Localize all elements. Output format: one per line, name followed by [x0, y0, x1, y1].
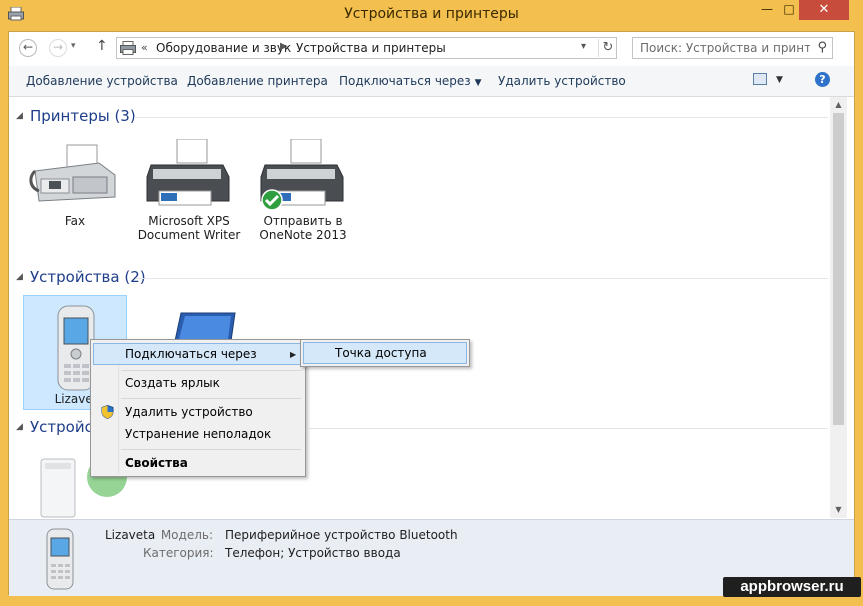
menu-item-label: Удалить устройство: [125, 405, 253, 419]
navigation-bar: ← → ▾ ↑ « Оборудование и звук ▶ Устройст…: [9, 32, 854, 64]
collapse-devices-icon[interactable]: ◢: [16, 272, 23, 282]
remove-device-button[interactable]: Удалить устройство: [498, 74, 626, 88]
group-divider: [136, 278, 828, 279]
back-button[interactable]: ←: [19, 39, 37, 57]
explorer-client: ← → ▾ ↑ « Оборудование и звук ▶ Устройст…: [8, 31, 855, 596]
breadcrumb-overflow[interactable]: «: [141, 41, 148, 54]
view-options-chevron-icon[interactable]: ▼: [776, 75, 783, 85]
breadcrumb-devices-printers[interactable]: Устройства и принтеры: [296, 41, 446, 55]
collapse-group-icon[interactable]: ◢: [16, 422, 23, 432]
minimize-button[interactable]: —: [754, 0, 780, 20]
address-bar[interactable]: « Оборудование и звук ▶ Устройства и при…: [116, 37, 617, 59]
printer-icon: [146, 139, 230, 206]
title-bar[interactable]: Устройства и принтеры — □ ✕: [0, 0, 863, 30]
menu-item-properties[interactable]: Свойства: [93, 452, 303, 474]
add-device-button[interactable]: Добавление устройства: [26, 74, 178, 88]
refresh-icon[interactable]: ↻: [598, 39, 617, 57]
submenu-arrow-icon: ▶: [290, 350, 297, 359]
printer-label: Fax: [64, 214, 86, 228]
command-bar: Добавление устройства Добавление принтер…: [9, 66, 854, 97]
menu-item-remove-device[interactable]: Удалить устройство: [93, 401, 303, 423]
printer-onenote[interactable]: Отправить в OneNote 2013: [251, 139, 355, 249]
address-dropdown-icon[interactable]: ▾: [581, 41, 586, 52]
maximize-button[interactable]: □: [780, 0, 798, 20]
menu-item-connect-via[interactable]: Подключаться через ▶: [93, 343, 303, 365]
add-printer-button[interactable]: Добавление принтера: [187, 74, 328, 88]
phone-icon: [46, 528, 74, 590]
printer-fax[interactable]: Fax: [23, 139, 127, 249]
context-menu: Подключаться через ▶ Создать ярлык Удали…: [90, 339, 306, 477]
scroll-up-icon[interactable]: ▲: [830, 97, 847, 113]
menu-item-label: Создать ярлык: [125, 376, 220, 390]
watermark: appbrowser.ru: [723, 577, 861, 597]
menu-separator: [121, 398, 301, 399]
help-icon[interactable]: ?: [815, 72, 830, 87]
default-printer-check-icon: [261, 189, 283, 211]
menu-item-label: Подключаться через: [125, 347, 257, 361]
collapse-printers-icon[interactable]: ◢: [16, 111, 23, 121]
menu-item-label: Свойства: [125, 456, 188, 470]
group-divider: [134, 117, 828, 118]
breadcrumb-hardware-sound[interactable]: Оборудование и звук: [156, 41, 291, 55]
menu-separator: [121, 449, 301, 450]
forward-button[interactable]: →: [49, 39, 67, 57]
details-category-label: Категория:: [143, 546, 214, 560]
group-printers-title[interactable]: Принтеры (3): [30, 107, 136, 125]
fax-icon: [29, 144, 116, 202]
connect-via-button[interactable]: Подключаться через ▼: [339, 74, 482, 88]
group-divider: [309, 428, 828, 429]
details-model-label: Модель:: [160, 528, 213, 542]
recent-locations-dropdown-icon[interactable]: ▾: [71, 41, 76, 51]
vertical-scrollbar[interactable]: ▲ ▼: [830, 97, 847, 518]
chevron-down-icon: ▼: [474, 78, 482, 88]
laptop-icon[interactable]: [173, 311, 237, 341]
menu-item-label: Точка доступа: [335, 346, 427, 360]
search-placeholder: Поиск: Устройства и принте...: [640, 41, 810, 55]
details-model-value: Периферийное устройство Bluetooth: [225, 528, 458, 542]
uac-shield-icon: [101, 405, 114, 419]
printer-xps-writer[interactable]: Microsoft XPS Document Writer: [137, 139, 241, 249]
scroll-thumb[interactable]: [833, 113, 844, 425]
menu-item-label: Устранение неполадок: [125, 427, 272, 441]
submenu-item-access-point[interactable]: Точка доступа: [303, 342, 467, 364]
app-window: Устройства и принтеры — □ ✕ ← → ▾ ↑ « Об…: [0, 0, 863, 606]
menu-separator: [121, 370, 301, 371]
connect-via-label: Подключаться через: [339, 74, 471, 88]
close-button[interactable]: ✕: [799, 0, 849, 20]
search-icon[interactable]: ⚲: [817, 40, 827, 55]
window-title: Устройства и принтеры: [344, 6, 519, 22]
search-input[interactable]: Поиск: Устройства и принте... ⚲: [632, 37, 833, 59]
details-category-value: Телефон; Устройство ввода: [225, 546, 401, 560]
menu-item-create-shortcut[interactable]: Создать ярлык: [93, 372, 303, 394]
group-devices-title[interactable]: Устройства (2): [30, 268, 146, 286]
printer-label: Microsoft XPS Document Writer: [137, 214, 241, 242]
connect-via-submenu: Точка доступа: [300, 339, 470, 367]
breadcrumb-separator-icon[interactable]: ▶: [280, 41, 288, 52]
devices-folder-icon: [120, 41, 136, 55]
printer-label: Отправить в OneNote 2013: [259, 214, 347, 242]
up-arrow-icon[interactable]: ↑: [96, 38, 108, 54]
change-view-icon[interactable]: [753, 73, 767, 85]
scroll-down-icon[interactable]: ▼: [830, 502, 847, 518]
menu-item-troubleshoot[interactable]: Устранение неполадок: [93, 423, 303, 445]
